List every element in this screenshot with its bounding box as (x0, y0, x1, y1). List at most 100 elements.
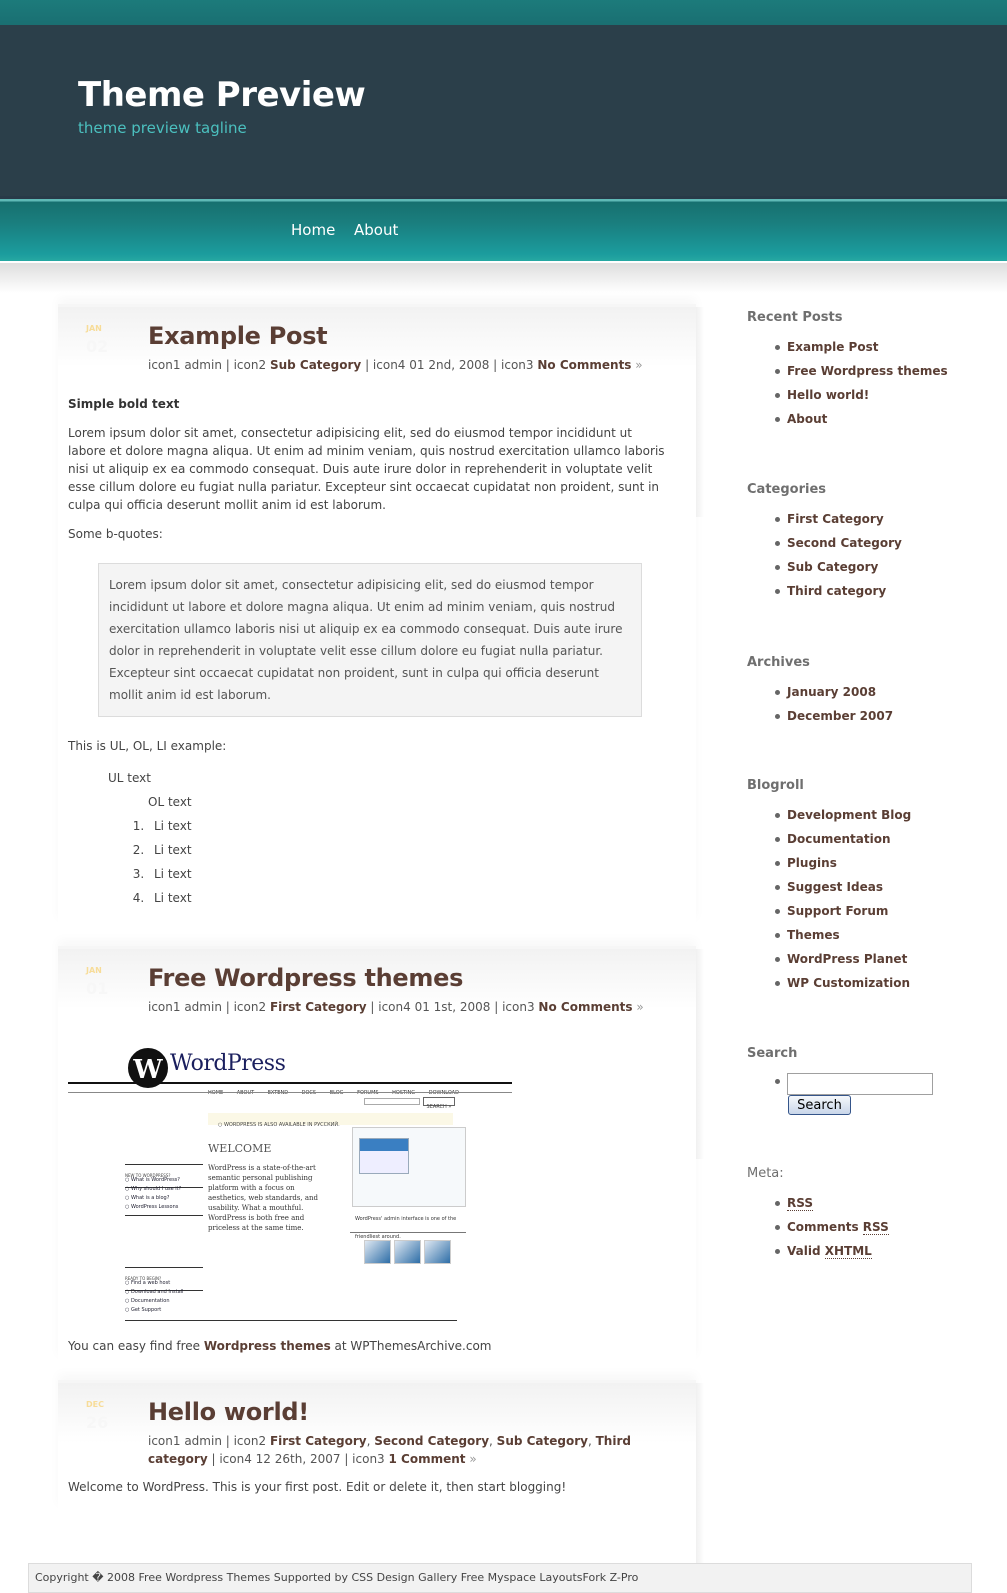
screenshot-lang-notice: ○ WORDPRESS IS ALSO AVAILABLE IN РУССКИЙ… (208, 1113, 453, 1128)
post-author: icon1 admin | icon2 (148, 358, 270, 372)
blogroll-item: Themes (775, 927, 987, 943)
valid-xhtml-link[interactable]: Valid XHTML (787, 1244, 872, 1259)
archive-link[interactable]: December 2007 (787, 709, 893, 723)
comments-link[interactable]: No Comments (538, 1000, 632, 1014)
recent-post-item: About (775, 411, 987, 427)
screenshot-search-box (364, 1098, 420, 1105)
post-title[interactable]: Example Post (148, 322, 328, 350)
post-meta: icon1 admin | icon2 First Category, Seco… (148, 1434, 631, 1466)
post-author: icon1 admin | icon2 (148, 1434, 270, 1448)
widget-search: Search Search (747, 1046, 987, 1123)
ol-example: Li text Li text Li text Li text (68, 817, 668, 907)
post-date-month: JAN (86, 966, 102, 975)
category-link[interactable]: Sub Category (497, 1434, 588, 1448)
search-button[interactable]: Search (788, 1095, 851, 1115)
post-paragraph: Lorem ipsum dolor sit amet, consectetur … (68, 426, 665, 512)
post-title[interactable]: Free Wordpress themes (148, 964, 463, 992)
category-link[interactable]: Second Category (374, 1434, 489, 1448)
link-text: Valid (787, 1244, 825, 1258)
li-item: Li text (148, 865, 668, 883)
archive-link[interactable]: January 2008 (787, 685, 876, 699)
abbr-xhtml: XHTML (824, 1244, 872, 1259)
blogroll-link[interactable]: Development Blog (787, 808, 911, 822)
recent-post-link[interactable]: Free Wordpress themes (787, 364, 948, 378)
link-text: Comments (787, 1220, 863, 1234)
post-author: icon1 admin | icon2 (148, 1000, 270, 1014)
blogroll-item: Suggest Ideas (775, 879, 987, 895)
blogroll-link[interactable]: Suggest Ideas (787, 880, 883, 894)
category-link[interactable]: Third category (787, 584, 886, 598)
blogroll-item: Plugins (775, 855, 987, 871)
raquo-icon: » (465, 1452, 477, 1466)
widget-title: Archives (747, 655, 810, 670)
site-header: Theme Preview theme preview tagline (0, 25, 1007, 199)
site-title[interactable]: Theme Preview (78, 75, 366, 115)
widget-title: Recent Posts (747, 310, 843, 325)
category-link[interactable]: Sub Category (270, 358, 361, 372)
screenshot-mini-thumb (364, 1240, 391, 1264)
post-example: JAN 02 Example Post icon1 admin | icon2 … (58, 304, 704, 924)
nav-about[interactable]: About (354, 221, 398, 239)
recent-post-item: Example Post (775, 339, 987, 355)
post-date-month: DEC (86, 1400, 104, 1409)
wordpress-screenshot: W WordPress HOME ABOUT EXTEND DOCS BLOG … (68, 1033, 512, 1323)
blogroll-item: Development Blog (775, 807, 987, 823)
widget-categories: Categories First Category Second Categor… (747, 482, 987, 607)
post-meta: icon1 admin | icon2 Sub Category | icon4… (148, 356, 678, 374)
rss-link[interactable]: RSS (787, 1196, 813, 1211)
blogroll-link[interactable]: Documentation (787, 832, 891, 846)
category-item: Sub Category (775, 559, 987, 575)
ol-text: OL text (148, 795, 192, 809)
blogroll-link[interactable]: WordPress Planet (787, 952, 907, 966)
post-body: W WordPress HOME ABOUT EXTEND DOCS BLOG … (68, 1033, 668, 1366)
post-date-day: 02 (86, 337, 109, 356)
category-link[interactable]: Second Category (787, 536, 902, 550)
divider (125, 1320, 457, 1321)
category-link[interactable]: First Category (270, 1434, 367, 1448)
blogroll-link[interactable]: Plugins (787, 856, 837, 870)
post-date-month: JAN (86, 324, 102, 333)
recent-post-link[interactable]: Example Post (787, 340, 878, 354)
li-item: Li text (148, 817, 668, 835)
comments-link[interactable]: 1 Comment (389, 1452, 466, 1466)
recent-post-link[interactable]: About (787, 412, 827, 426)
blogroll-item: WordPress Planet (775, 951, 987, 967)
post-date: | icon4 01 2nd, 2008 | icon3 (361, 358, 538, 372)
raquo-icon: » (632, 1000, 644, 1014)
recent-post-item: Free Wordpress themes (775, 363, 987, 379)
recent-post-link[interactable]: Hello world! (787, 388, 869, 402)
screenshot-new-links: ○ What is WordPress? ○ Why should I use … (125, 1176, 203, 1216)
post-body: Simple bold text Lorem ipsum dolor sit a… (68, 395, 668, 913)
widget-blogroll: Blogroll Development Blog Documentation … (747, 778, 987, 999)
text: You can easy find free (68, 1339, 204, 1353)
comments-link[interactable]: No Comments (537, 358, 631, 372)
comments-rss-link[interactable]: Comments RSS (787, 1220, 889, 1235)
search-input[interactable] (787, 1073, 933, 1095)
screenshot-search-button: SEARCH » (423, 1097, 455, 1110)
category-link[interactable]: First Category (787, 512, 884, 526)
blogroll-link[interactable]: WP Customization (787, 976, 910, 990)
screenshot-link: ○ Why should I use it? (125, 1186, 182, 1192)
category-link[interactable]: Sub Category (787, 560, 878, 574)
category-item: Third category (775, 583, 987, 599)
category-link[interactable]: First Category (270, 1000, 367, 1014)
screenshot-mini-thumb (424, 1240, 451, 1264)
screenshot-link: ○ WordPress Lessons (125, 1204, 179, 1210)
blogroll-link[interactable]: Themes (787, 928, 840, 942)
post-date: | icon4 01 1st, 2008 | icon3 (366, 1000, 539, 1014)
post-date: | icon4 12 26th, 2007 | icon3 (207, 1452, 389, 1466)
blogroll-link[interactable]: Support Forum (787, 904, 888, 918)
search-form-item: Search (775, 1073, 987, 1115)
meta-item: Comments RSS (775, 1219, 987, 1235)
blogroll-item: WP Customization (775, 975, 987, 991)
li-item: Li text (148, 889, 668, 907)
wordpress-themes-link[interactable]: Wordpress themes (204, 1339, 331, 1353)
recent-post-item: Hello world! (775, 387, 987, 403)
nav-shadow (0, 263, 1007, 293)
post-title[interactable]: Hello world! (148, 1398, 309, 1426)
post-body: Welcome to WordPress. This is your first… (68, 1478, 668, 1507)
divider (350, 1232, 466, 1233)
screenshot-link: ○ Documentation (125, 1298, 170, 1304)
screenshot-welcome: WELCOME (208, 1142, 272, 1155)
nav-home[interactable]: Home (291, 221, 335, 239)
